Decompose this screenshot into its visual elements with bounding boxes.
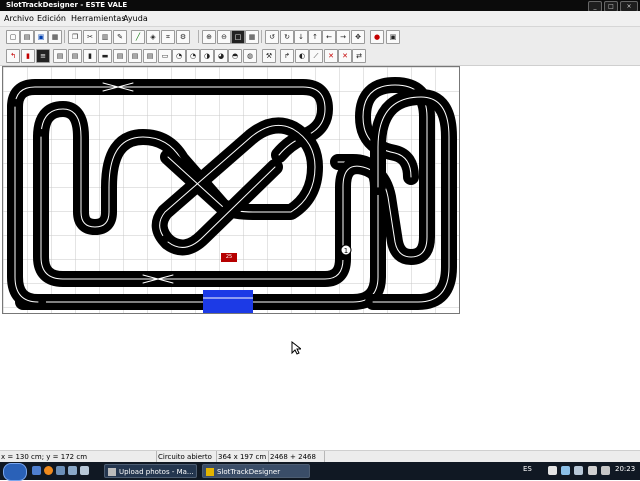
straight-short-icon[interactable]: ≡ <box>36 49 50 63</box>
cut-icon[interactable]: ✂ <box>83 30 97 44</box>
curve-3-icon[interactable]: ◔ <box>186 49 200 63</box>
straight-track-icon[interactable]: ↰ <box>6 49 20 63</box>
color-icon[interactable]: ● <box>370 30 384 44</box>
settings-icon[interactable]: ⚙ <box>176 30 190 44</box>
print-icon[interactable]: ▦ <box>48 30 62 44</box>
mouse-pointer-icon <box>291 341 301 355</box>
task-slottrackdesigner[interactable]: SlotTrackDesigner <box>202 464 310 478</box>
firefox-icon[interactable] <box>44 466 53 475</box>
toolbar-separator <box>198 30 199 43</box>
menu-archivo[interactable]: Archivo <box>4 14 34 23</box>
network-status-icon[interactable] <box>588 466 597 475</box>
monitor-icon[interactable] <box>561 466 570 475</box>
delete-icon[interactable]: ✕ <box>338 49 352 63</box>
drawing-area[interactable]: 1 25 <box>0 66 640 450</box>
window-icon[interactable] <box>68 466 77 475</box>
clock[interactable]: 20:23 <box>615 465 635 473</box>
track-layout: 1 <box>3 67 459 313</box>
rotate-right-icon[interactable]: ↻ <box>280 30 294 44</box>
task-label: Upload photos - Ma... <box>119 468 194 476</box>
zoom-in-icon[interactable]: ⊕ <box>202 30 216 44</box>
undo-icon[interactable]: ⇄ <box>352 49 366 63</box>
curve-1-icon[interactable]: ▭ <box>158 49 172 63</box>
start-icon[interactable]: ↱ <box>280 49 294 63</box>
hairpin-icon[interactable]: ◍ <box>243 49 257 63</box>
chicane-icon[interactable]: ◓ <box>228 49 242 63</box>
title-bar: SlotTrackDesigner - ESTE VALE _ □ × <box>0 0 640 12</box>
explorer-icon[interactable] <box>56 466 65 475</box>
selected-piece-tab <box>220 308 232 313</box>
ruler-icon[interactable]: ╱ <box>131 30 145 44</box>
curve-4-icon[interactable]: ◑ <box>200 49 214 63</box>
curve-right-icon[interactable]: ✕ <box>324 49 338 63</box>
piece-count-label[interactable]: 25 <box>221 253 237 262</box>
task-label: SlotTrackDesigner <box>217 468 281 476</box>
arrow-down-icon[interactable]: ↓ <box>294 30 308 44</box>
display-icon[interactable] <box>574 466 583 475</box>
new-icon[interactable]: ▢ <box>6 30 20 44</box>
menu-edicion[interactable]: Edición <box>37 14 66 23</box>
arrow-up-icon[interactable]: ↑ <box>308 30 322 44</box>
barrier-icon[interactable]: ▤ <box>143 49 157 63</box>
edit-icon[interactable]: ✎ <box>113 30 127 44</box>
arrow-left-icon[interactable]: ← <box>322 30 336 44</box>
pit-icon[interactable]: ⚒ <box>262 49 276 63</box>
palette-icon[interactable]: ◈ <box>146 30 160 44</box>
warning-task-icon <box>206 468 214 476</box>
volume-icon[interactable] <box>601 466 610 475</box>
curve-5-icon[interactable]: ◕ <box>214 49 228 63</box>
menu-bar: Archivo Edición Herramientas Ayuda <box>0 11 640 27</box>
toolbar-separator <box>261 30 262 43</box>
toolbar-separator <box>64 30 65 43</box>
window-controls: _ □ × <box>588 0 638 12</box>
folder-icon[interactable] <box>80 466 89 475</box>
desktop-icon[interactable] <box>32 466 41 475</box>
move-icon[interactable]: ✥ <box>351 30 365 44</box>
network-icon[interactable] <box>548 466 557 475</box>
grid-toggle-icon[interactable]: ▦ <box>245 30 259 44</box>
lane-change-icon[interactable]: ▮ <box>21 49 35 63</box>
banked-icon[interactable]: ◐ <box>295 49 309 63</box>
copy-icon[interactable]: ❐ <box>68 30 82 44</box>
menu-herramientas[interactable]: Herramientas <box>71 14 126 23</box>
menu-ayuda[interactable]: Ayuda <box>123 14 148 23</box>
main-toolbar: ▢ ▤ ▣ ▦ ❐ ✂ ▥ ✎ ╱ ◈ ⌗ ⚙ ⊕ ⊖ □ ▦ ↺ ↻ ↓ ↑ … <box>0 27 640 47</box>
grid-icon[interactable]: ⌗ <box>161 30 175 44</box>
paste-icon[interactable]: ▥ <box>98 30 112 44</box>
curve-2-icon[interactable]: ◔ <box>172 49 186 63</box>
start-marker-number: 1 <box>344 247 348 255</box>
bridge-icon[interactable]: ⟋ <box>309 49 323 63</box>
track-pieces-toolbar: ↰ ▮ ≡ ▤ ▤ ▮ ▬ ▤ ▤ ▤ ▭ ◔ ◔ ◑ ◕ ◓ ◍ ⚒ ↱ ◐ … <box>0 46 640 66</box>
rotate-left-icon[interactable]: ↺ <box>265 30 279 44</box>
track-layout-board[interactable]: 1 25 <box>2 66 460 314</box>
arrow-right-icon[interactable]: → <box>336 30 350 44</box>
save-icon[interactable]: ▣ <box>34 30 48 44</box>
settings-icon[interactable]: ▣ <box>386 30 400 44</box>
windows-taskbar: Upload photos - Ma... SlotTrackDesigner … <box>0 462 640 481</box>
firefox-task-icon <box>108 468 116 476</box>
straight-quarter-icon[interactable]: ▮ <box>83 49 97 63</box>
window-title: SlotTrackDesigner - ESTE VALE <box>6 1 128 9</box>
straight-half-icon[interactable]: ▤ <box>53 49 67 63</box>
language-indicator[interactable]: ES <box>523 465 532 473</box>
borders-icon[interactable]: ▤ <box>113 49 127 63</box>
open-icon[interactable]: ▤ <box>20 30 34 44</box>
barrier-icon[interactable]: ▤ <box>128 49 142 63</box>
start-button-icon[interactable] <box>3 463 27 481</box>
crossover-icon[interactable]: ▬ <box>98 49 112 63</box>
task-upload-photos[interactable]: Upload photos - Ma... <box>104 464 197 478</box>
straight-third-icon[interactable]: ▤ <box>68 49 82 63</box>
zoom-window-icon[interactable]: □ <box>231 30 245 44</box>
zoom-out-icon[interactable]: ⊖ <box>217 30 231 44</box>
